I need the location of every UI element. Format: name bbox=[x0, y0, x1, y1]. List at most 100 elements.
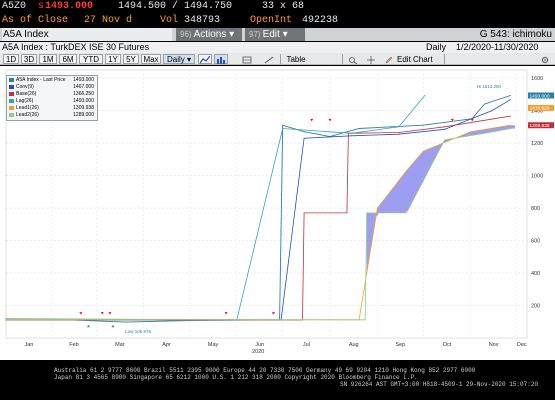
period-button-ytd[interactable]: YTD bbox=[79, 54, 103, 64]
period-button-1m[interactable]: 1M bbox=[39, 54, 57, 64]
series-point bbox=[406, 212, 407, 214]
period-button-1y[interactable]: 1Y bbox=[105, 54, 121, 64]
frequency-dropdown[interactable]: Daily ▾ bbox=[163, 54, 195, 64]
toolbar-divider bbox=[280, 54, 281, 64]
series-point bbox=[509, 99, 511, 101]
series-point bbox=[470, 131, 472, 133]
series-point bbox=[509, 128, 511, 130]
edit-menu-button[interactable]: 97) Edit ▾ bbox=[245, 28, 305, 41]
crosshair-icon[interactable] bbox=[364, 54, 378, 64]
period-button-max[interactable]: Max bbox=[141, 54, 161, 64]
edit-chart-button[interactable]: Edit Chart bbox=[396, 54, 440, 64]
series-point bbox=[398, 132, 400, 133]
series-point bbox=[376, 207, 378, 209]
period-button-5y[interactable]: 5Y bbox=[123, 54, 139, 64]
close-label: As of Close bbox=[2, 15, 69, 26]
ticker: A5Z0 bbox=[2, 1, 27, 12]
period-button-1d[interactable]: 1D bbox=[3, 54, 19, 64]
chart-instrument-name: A5A Index : TurkDEX ISE 30 Futures bbox=[2, 42, 150, 52]
y-tick-label: 1600 bbox=[531, 76, 543, 82]
chart-toolbar: 1D 3D 1M 6M YTD 1Y 5Y Max Daily ▾ Table bbox=[0, 53, 555, 65]
series-point bbox=[509, 95, 511, 96]
legend-item[interactable]: Lead1(26) 1309.938 bbox=[9, 105, 95, 112]
compare-icon[interactable] bbox=[240, 54, 254, 64]
settings-icon[interactable] bbox=[538, 54, 552, 64]
annotate-icon[interactable] bbox=[262, 54, 276, 64]
series-point bbox=[303, 131, 305, 133]
chart-date-range[interactable]: 1/2/2020-11/30/2020 bbox=[456, 42, 538, 53]
legend-swatch bbox=[9, 98, 14, 103]
series-point bbox=[350, 135, 352, 137]
x-tick-label: Jul bbox=[303, 342, 310, 348]
toolbar-divider bbox=[444, 54, 445, 64]
period-button-3d[interactable]: 3D bbox=[21, 54, 37, 64]
series-point bbox=[390, 126, 392, 128]
series-point bbox=[509, 115, 511, 117]
title-bar: A5A Index 96) Actions ▾ 97) Edit ▾ G 543: … bbox=[0, 28, 555, 41]
security-field[interactable]: A5A Index bbox=[2, 28, 172, 41]
y-tick-label: 1000 bbox=[531, 174, 543, 180]
edit-chart-icon[interactable] bbox=[384, 54, 394, 64]
footer-contacts-2: Japan 81 3 4565 8900 Singapore 65 6212 1… bbox=[54, 374, 418, 381]
series-point bbox=[303, 137, 305, 139]
table-view-button[interactable]: Table bbox=[284, 54, 308, 64]
series-point bbox=[398, 126, 400, 128]
x-axis-year-label: 2020 bbox=[252, 349, 264, 355]
y-tick-label: 600 bbox=[531, 239, 540, 245]
y-tick-label: 1200 bbox=[531, 141, 543, 147]
legend-swatch bbox=[9, 105, 14, 110]
x-tick-label: Apr bbox=[162, 342, 171, 348]
footer: Australia 61 2 9777 8600 Brazil 5511 239… bbox=[0, 364, 555, 400]
x-tick-label: Dec bbox=[517, 342, 527, 348]
x-axis: Jan Feb Mar Apr May Jun Jul Aug Sep Oct Nov Dec 2020 bbox=[24, 342, 526, 355]
chart-legend[interactable]: A5A Index - Last Price 1493.000 Conv(9) 146… bbox=[6, 75, 98, 121]
legend-swatch bbox=[9, 91, 14, 96]
footer-contacts-1: Australia 61 2 9777 8600 Brazil 5511 239… bbox=[54, 367, 476, 374]
footer-session: SN 926264 AST GMT+3:00 H818-4509-1 29-No… bbox=[340, 381, 539, 388]
x-tick-label: Feb bbox=[69, 342, 78, 348]
bid-ask: 1494.500 / 1494.750 bbox=[118, 1, 233, 12]
oi-label: OpenInt bbox=[250, 15, 293, 26]
series-point bbox=[282, 124, 284, 126]
chart-header: A5A Index : TurkDEX ISE 30 Futures Daily… bbox=[0, 42, 555, 53]
last-price: 1493.000 bbox=[45, 1, 94, 12]
legend-label: Base(26) bbox=[16, 91, 37, 97]
chart-type-icon[interactable] bbox=[198, 54, 212, 64]
actions-label: Actions ▾ bbox=[193, 29, 235, 40]
series-point bbox=[444, 126, 446, 128]
zoom-icon[interactable] bbox=[346, 54, 360, 65]
legend-item[interactable]: Lead2(26) 1289.000 bbox=[9, 112, 95, 119]
actions-menu-button[interactable]: 96) Actions ▾ bbox=[176, 28, 242, 41]
last-value-label: 1416.625 bbox=[530, 106, 550, 112]
series-point bbox=[398, 133, 400, 135]
series-point bbox=[491, 110, 493, 112]
price-prefix: s bbox=[38, 1, 45, 12]
series-point bbox=[483, 103, 485, 105]
toolbar-divider bbox=[342, 54, 343, 64]
x-tick-label: Sep bbox=[395, 342, 405, 348]
vol-label: Vol bbox=[160, 15, 179, 26]
legend-label: Lead1(26) bbox=[16, 105, 39, 111]
y-tick-label: 800 bbox=[531, 206, 540, 212]
y-tick-label: 400 bbox=[531, 271, 540, 277]
bar-chart-icon[interactable] bbox=[214, 54, 228, 64]
legend-item[interactable]: A5A Index - Last Price 1493.000 bbox=[9, 77, 95, 84]
legend-item[interactable]: Base(26) 1366.250 bbox=[9, 91, 95, 98]
legend-item[interactable]: Lag(26) 1493.000 bbox=[9, 98, 95, 105]
legend-value: 1493.000 bbox=[73, 98, 94, 104]
period-button-6m[interactable]: 6M bbox=[59, 54, 77, 64]
x-tick-label: Nov bbox=[489, 342, 499, 348]
series-point bbox=[406, 170, 407, 172]
series-point bbox=[509, 124, 511, 126]
series-point bbox=[422, 124, 424, 126]
legend-swatch bbox=[9, 112, 14, 117]
terminal-window: A5Z0 s 1493.000 1494.500 / 1494.750 33 x… bbox=[0, 0, 555, 400]
series-point bbox=[444, 128, 446, 130]
legend-item[interactable]: Conv(9) 1467.000 bbox=[9, 84, 95, 91]
chart-panel[interactable]: 1600 1400 1200 1000 800 600 400 200 Jan Feb Mar Ap… bbox=[0, 66, 555, 360]
last-value-label: 1309.938 bbox=[530, 123, 550, 129]
legend-swatch bbox=[9, 77, 14, 82]
series-point bbox=[444, 139, 446, 141]
x-tick-label: May bbox=[208, 342, 219, 348]
series-point bbox=[358, 128, 360, 129]
